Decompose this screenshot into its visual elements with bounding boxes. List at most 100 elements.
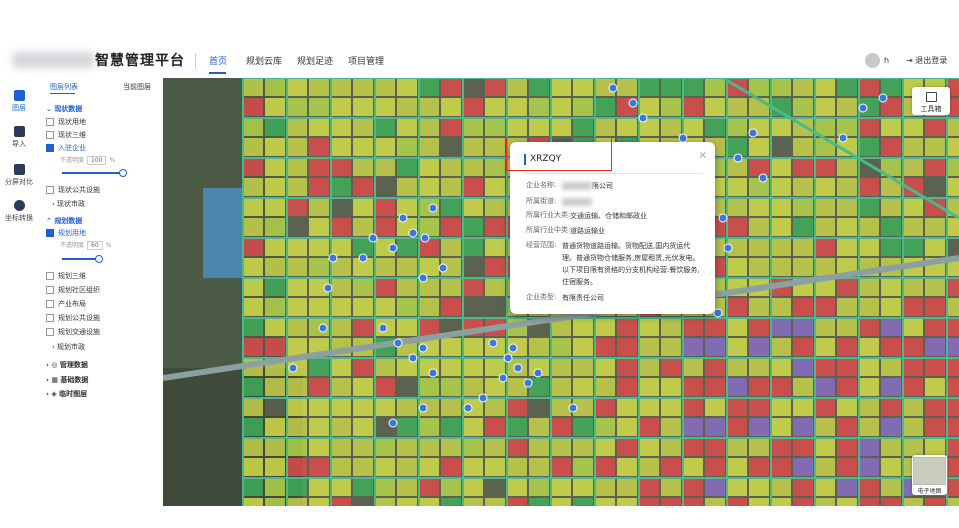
enterprise-marker[interactable] [408, 353, 418, 363]
checkbox[interactable] [46, 300, 54, 308]
enterprise-marker[interactable] [478, 393, 488, 403]
opacity-slider-track[interactable] [62, 172, 122, 174]
enterprise-marker[interactable] [318, 323, 328, 333]
enterprise-marker[interactable] [713, 308, 723, 318]
enterprise-marker[interactable] [288, 363, 298, 373]
enterprise-marker[interactable] [388, 418, 398, 428]
layer-current-landuse[interactable]: 现状用地 [46, 117, 86, 127]
opacity-slider-track[interactable] [62, 258, 98, 260]
enterprise-marker[interactable] [408, 228, 418, 238]
enterprise-marker[interactable] [723, 243, 733, 253]
enterprise-marker[interactable] [608, 83, 618, 93]
land-parcel [485, 258, 505, 276]
layer-planning-landuse[interactable]: 规划用地 [46, 228, 86, 238]
enterprise-marker[interactable] [628, 98, 638, 108]
checkbox-checked[interactable] [46, 144, 54, 152]
enterprise-marker[interactable] [388, 243, 398, 253]
enterprise-marker[interactable] [488, 338, 498, 348]
enterprise-marker[interactable] [378, 323, 388, 333]
checkbox-checked[interactable] [46, 229, 54, 237]
nav-project-management[interactable]: 项目管理 [348, 54, 384, 67]
checkbox[interactable] [46, 272, 54, 280]
enterprise-marker[interactable] [838, 133, 848, 143]
enterprise-marker[interactable] [398, 213, 408, 223]
group-current-data[interactable]: ⌄ 现状数据 [46, 104, 82, 114]
nav-home[interactable]: 首页 [209, 54, 227, 67]
enterprise-marker[interactable] [428, 368, 438, 378]
enterprise-marker[interactable] [718, 213, 728, 223]
opacity-input[interactable]: 100 [87, 156, 107, 165]
enterprise-marker[interactable] [428, 203, 438, 213]
land-parcel [595, 358, 615, 376]
nav-planning-footprint[interactable]: 规划足迹 [297, 54, 333, 67]
enterprise-marker[interactable] [503, 353, 513, 363]
enterprise-marker[interactable] [678, 133, 688, 143]
enterprise-marker[interactable] [463, 403, 473, 413]
enterprise-marker[interactable] [418, 273, 428, 283]
enterprise-marker[interactable] [533, 368, 543, 378]
group-planning-data[interactable]: ⌃ 规划数据 [46, 216, 82, 226]
enterprise-marker[interactable] [733, 153, 743, 163]
land-parcel [837, 278, 857, 296]
tab-current-layers[interactable]: 当前图层 [123, 82, 151, 92]
enterprise-marker[interactable] [498, 373, 508, 383]
checkbox[interactable] [46, 186, 54, 194]
layer-current-municipal[interactable]: › 现状市政 [52, 199, 85, 209]
layer-planning-3d[interactable]: 规划三维 [46, 271, 86, 281]
layer-current-public[interactable]: 现状公共设施 [46, 185, 100, 195]
opacity-slider-handle[interactable] [119, 169, 127, 177]
username[interactable]: h [884, 56, 889, 65]
land-parcel [287, 258, 307, 276]
enterprise-marker[interactable] [508, 343, 518, 353]
toolbar-split-compare[interactable]: 分屏对比 [0, 164, 38, 187]
enterprise-marker[interactable] [420, 233, 430, 243]
checkbox[interactable] [46, 118, 54, 126]
enterprise-marker[interactable] [328, 253, 338, 263]
checkbox[interactable] [46, 328, 54, 336]
opacity-slider-handle[interactable] [95, 255, 103, 263]
enterprise-marker[interactable] [393, 338, 403, 348]
enterprise-marker[interactable] [638, 113, 648, 123]
enterprise-marker[interactable] [758, 173, 768, 183]
enterprise-marker[interactable] [323, 283, 333, 293]
logout-button[interactable]: ⇥ 退出登录 [906, 55, 947, 66]
land-parcel [661, 118, 681, 136]
nav-planning-cloud[interactable]: 规划云库 [246, 54, 282, 67]
layer-current-3d[interactable]: 现状三维 [46, 130, 86, 140]
opacity-input[interactable]: 60 [87, 241, 103, 250]
avatar[interactable] [865, 53, 880, 68]
layer-enterprises[interactable]: 入驻企业 [46, 143, 86, 153]
layer-planning-community[interactable]: 规划社区组织 [46, 285, 100, 295]
close-icon[interactable]: × [699, 150, 707, 161]
toolbar-import[interactable]: 导入 [0, 126, 38, 149]
layer-planning-municipal[interactable]: › 规划市政 [52, 342, 85, 352]
land-parcel [551, 98, 571, 116]
enterprise-marker[interactable] [858, 103, 868, 113]
toolbar-layers[interactable]: 图层 [0, 90, 38, 113]
enterprise-marker[interactable] [568, 403, 578, 413]
enterprise-marker[interactable] [748, 128, 758, 138]
toolbox-button[interactable]: 工具箱 [912, 87, 950, 115]
tab-layer-list[interactable]: 图层列表 [50, 82, 78, 92]
group-base-data[interactable]: › ▦ 基础数据 [46, 375, 88, 385]
group-temp-layers[interactable]: › ◈ 临时图层 [46, 389, 87, 399]
enterprise-marker[interactable] [513, 363, 523, 373]
group-management-data[interactable]: › ◎ 管理数据 [46, 360, 88, 370]
enterprise-marker[interactable] [523, 378, 533, 388]
enterprise-marker[interactable] [368, 233, 378, 243]
toolbar-coord-convert[interactable]: 坐标转换 [0, 200, 38, 223]
layer-label: 现状三维 [58, 131, 86, 139]
basemap-switch[interactable]: 电子地图 [912, 455, 947, 495]
enterprise-marker[interactable] [438, 263, 448, 273]
checkbox[interactable] [46, 286, 54, 294]
land-parcel [287, 118, 307, 136]
layer-industry-layout[interactable]: 产业布局 [46, 299, 86, 309]
enterprise-marker[interactable] [418, 343, 428, 353]
layer-planning-public[interactable]: 规划公共设施 [46, 313, 100, 323]
enterprise-marker[interactable] [878, 93, 888, 103]
checkbox[interactable] [46, 131, 54, 139]
enterprise-marker[interactable] [418, 403, 428, 413]
enterprise-marker[interactable] [358, 253, 368, 263]
checkbox[interactable] [46, 314, 54, 322]
layer-planning-traffic[interactable]: 规划交通设施 [46, 327, 100, 337]
